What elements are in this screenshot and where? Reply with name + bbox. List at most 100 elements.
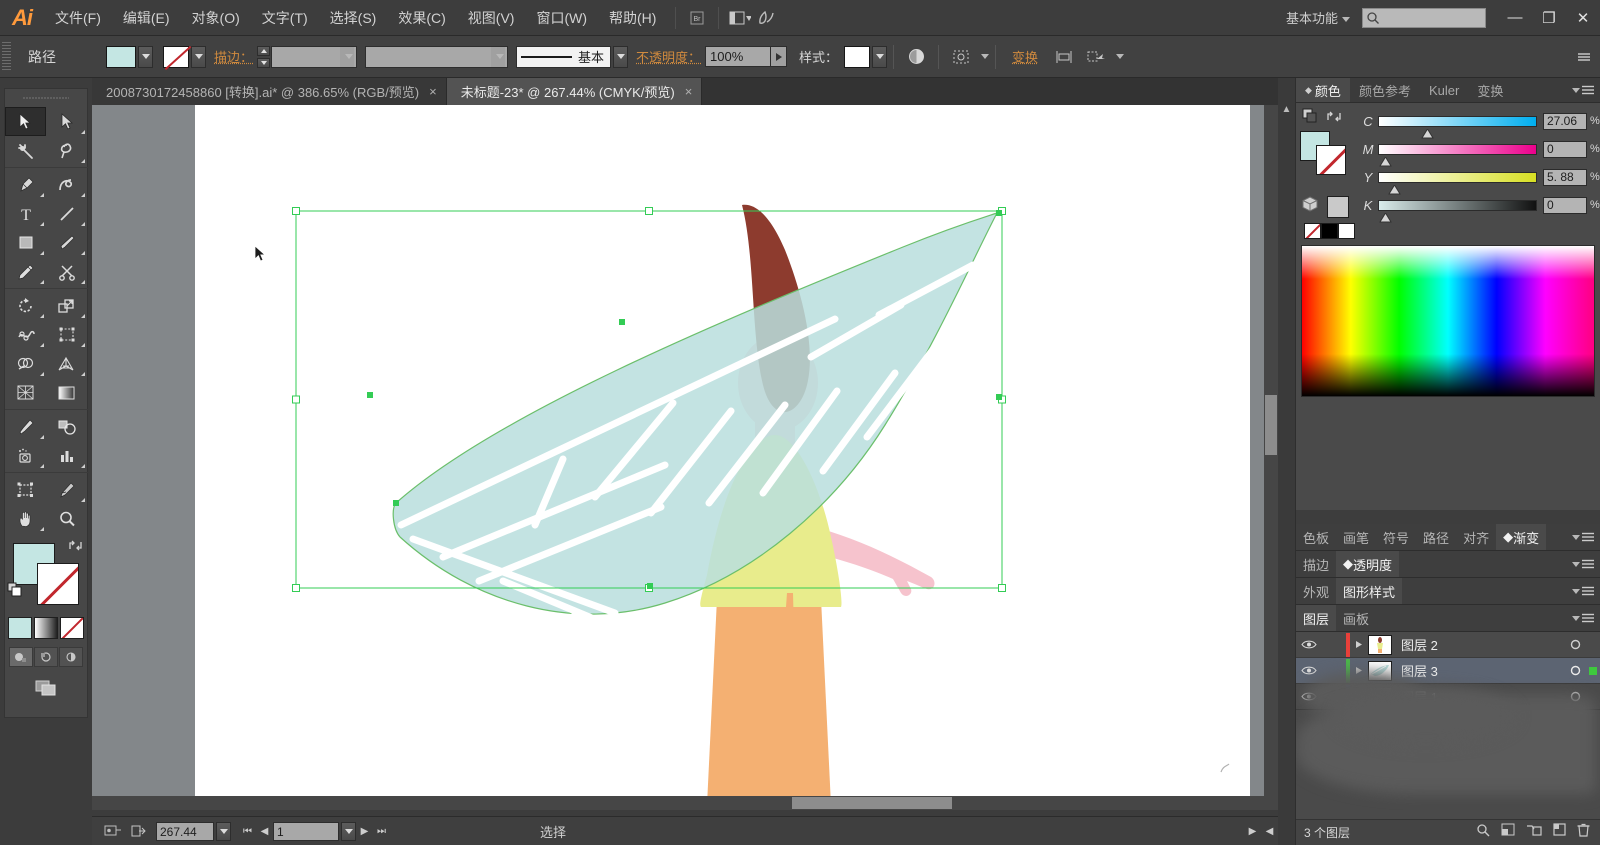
tab-layers[interactable]: 图层 — [1296, 605, 1337, 631]
menu-view[interactable]: 视图(V) — [457, 0, 526, 36]
tab-graphic-styles[interactable]: 图形样式 — [1336, 578, 1403, 604]
target-indicator-icon[interactable] — [1564, 665, 1586, 676]
chevron-down-icon[interactable] — [1116, 54, 1125, 59]
chevron-down-icon[interactable] — [340, 46, 355, 67]
color-3d-cube-icon[interactable] — [1301, 195, 1319, 218]
direct-selection-tool[interactable] — [46, 107, 87, 136]
lasso-tool[interactable] — [46, 136, 87, 165]
brush-dropdown-button[interactable] — [613, 45, 629, 68]
layers-panel-menu-icon[interactable] — [1568, 605, 1600, 631]
type-tool[interactable]: T — [5, 199, 46, 228]
draw-inside-button[interactable] — [59, 647, 83, 667]
fill-dropdown-button[interactable] — [138, 45, 153, 68]
tab-stroke[interactable]: 描边 — [1296, 551, 1336, 577]
width-tool[interactable] — [5, 320, 46, 349]
document-tab-1[interactable]: 2008730172458860 [转换].ai* @ 386.65% (RGB… — [92, 78, 447, 105]
artboard-nav-icon[interactable] — [100, 821, 126, 841]
locate-object-icon[interactable] — [1476, 823, 1490, 842]
symbol-sprayer-tool[interactable] — [5, 441, 46, 470]
artboard[interactable] — [195, 105, 1250, 810]
create-sublayer-icon[interactable] — [1526, 823, 1542, 842]
canvas-horizontal-scrollbar[interactable] — [92, 796, 1278, 810]
stroke-weight-field[interactable] — [271, 45, 358, 68]
draw-normal-button[interactable] — [9, 647, 33, 667]
default-fill-stroke-icon[interactable] — [7, 582, 23, 603]
fill-color-control[interactable] — [106, 45, 153, 68]
stroke-weight-control[interactable] — [257, 45, 358, 68]
menu-file[interactable]: 文件(F) — [44, 0, 112, 36]
mesh-tool[interactable] — [5, 378, 46, 407]
scissors-tool[interactable] — [46, 257, 87, 286]
channel-slider-y[interactable] — [1378, 171, 1537, 194]
zoom-level-field[interactable]: 267.44 — [156, 821, 214, 841]
align-icon[interactable] — [1051, 45, 1077, 69]
tab-kuler[interactable]: Kuler — [1419, 78, 1469, 102]
menu-effect[interactable]: 效果(C) — [387, 0, 456, 36]
shape-builder-tool[interactable] — [5, 349, 46, 378]
stepper-up[interactable] — [257, 45, 271, 56]
eye-icon[interactable] — [1296, 665, 1322, 676]
toolbar-stroke-swatch[interactable] — [37, 563, 79, 605]
magic-wand-tool[interactable] — [5, 136, 46, 165]
free-transform-tool[interactable] — [46, 320, 87, 349]
tab-align[interactable]: 对齐 — [1456, 524, 1496, 550]
color-panel-stroke-swatch[interactable] — [1316, 145, 1346, 175]
draw-behind-button[interactable] — [34, 647, 58, 667]
eye-icon[interactable] — [1296, 639, 1322, 650]
status-scroll-left[interactable]: ◀ — [1261, 822, 1278, 841]
chevron-down-icon[interactable] — [981, 54, 990, 59]
opacity-slider-button[interactable] — [771, 46, 788, 67]
scale-tool[interactable] — [46, 291, 87, 320]
close-icon[interactable]: × — [429, 84, 437, 99]
tab-appearance[interactable]: 外观 — [1296, 578, 1336, 604]
gradient-tool[interactable] — [46, 378, 87, 407]
menu-edit[interactable]: 编辑(E) — [112, 0, 181, 36]
make-clipping-mask-icon[interactable] — [1501, 823, 1515, 842]
layer-row-2[interactable]: 图层 2 — [1296, 632, 1600, 658]
selection-tool[interactable] — [5, 107, 46, 136]
tab-color-guide[interactable]: 颜色参考 — [1349, 78, 1420, 102]
chevron-down-icon[interactable] — [491, 46, 506, 67]
channel-slider-m[interactable] — [1378, 143, 1537, 166]
prev-artboard-button[interactable]: ◀ — [256, 822, 273, 841]
none-mode-button[interactable] — [60, 617, 84, 639]
stroke-stepper[interactable] — [257, 45, 271, 68]
channel-value-m[interactable]: 0 — [1543, 140, 1587, 158]
swatch-black[interactable] — [1321, 223, 1338, 239]
zoom-tool[interactable] — [46, 504, 87, 533]
rotate-tool[interactable] — [5, 291, 46, 320]
screen-mode-button[interactable] — [5, 679, 87, 697]
expand-triangle-icon[interactable] — [1350, 640, 1368, 649]
search-input[interactable] — [1362, 7, 1486, 28]
color-mode-button[interactable] — [8, 617, 32, 639]
style-dropdown-button[interactable] — [872, 45, 888, 68]
menu-help[interactable]: 帮助(H) — [598, 0, 667, 36]
graphic-style-control[interactable] — [844, 45, 888, 68]
paintbrush-tool[interactable] — [46, 228, 87, 257]
column-graph-tool[interactable] — [46, 441, 87, 470]
close-icon[interactable]: × — [685, 84, 693, 99]
status-expand-button[interactable]: ▶ — [1244, 822, 1261, 841]
arrange-documents-icon[interactable] — [727, 7, 753, 29]
channel-slider-k[interactable] — [1378, 199, 1537, 222]
hand-tool[interactable] — [5, 504, 46, 533]
tools-panel-grip[interactable] — [23, 92, 69, 104]
menu-type[interactable]: 文字(T) — [251, 0, 319, 36]
tab-color[interactable]: ◆ 颜色 — [1296, 78, 1350, 102]
vertical-scroll-thumb[interactable] — [1265, 395, 1277, 455]
color-panel-gray-swatch[interactable] — [1327, 195, 1349, 218]
horizontal-scroll-thumb[interactable] — [792, 797, 952, 809]
maximize-restore-button[interactable]: ❐ — [1532, 3, 1566, 33]
opacity-control[interactable]: 100% — [705, 46, 788, 67]
create-new-layer-icon[interactable] — [1553, 823, 1566, 842]
next-artboard-button[interactable]: ▶ — [356, 822, 373, 841]
zoom-dropdown-button[interactable] — [216, 821, 231, 841]
tab-artboards[interactable]: 画板 — [1336, 605, 1376, 631]
artboard-number-field[interactable]: 1 — [273, 821, 339, 841]
blend-tool[interactable] — [46, 412, 87, 441]
stroke-swatch-none[interactable] — [163, 45, 189, 68]
pencil-tool[interactable] — [5, 257, 46, 286]
delete-layer-icon[interactable] — [1577, 823, 1590, 842]
minimize-button[interactable]: — — [1498, 3, 1532, 33]
artboard-dropdown-button[interactable] — [341, 821, 356, 841]
